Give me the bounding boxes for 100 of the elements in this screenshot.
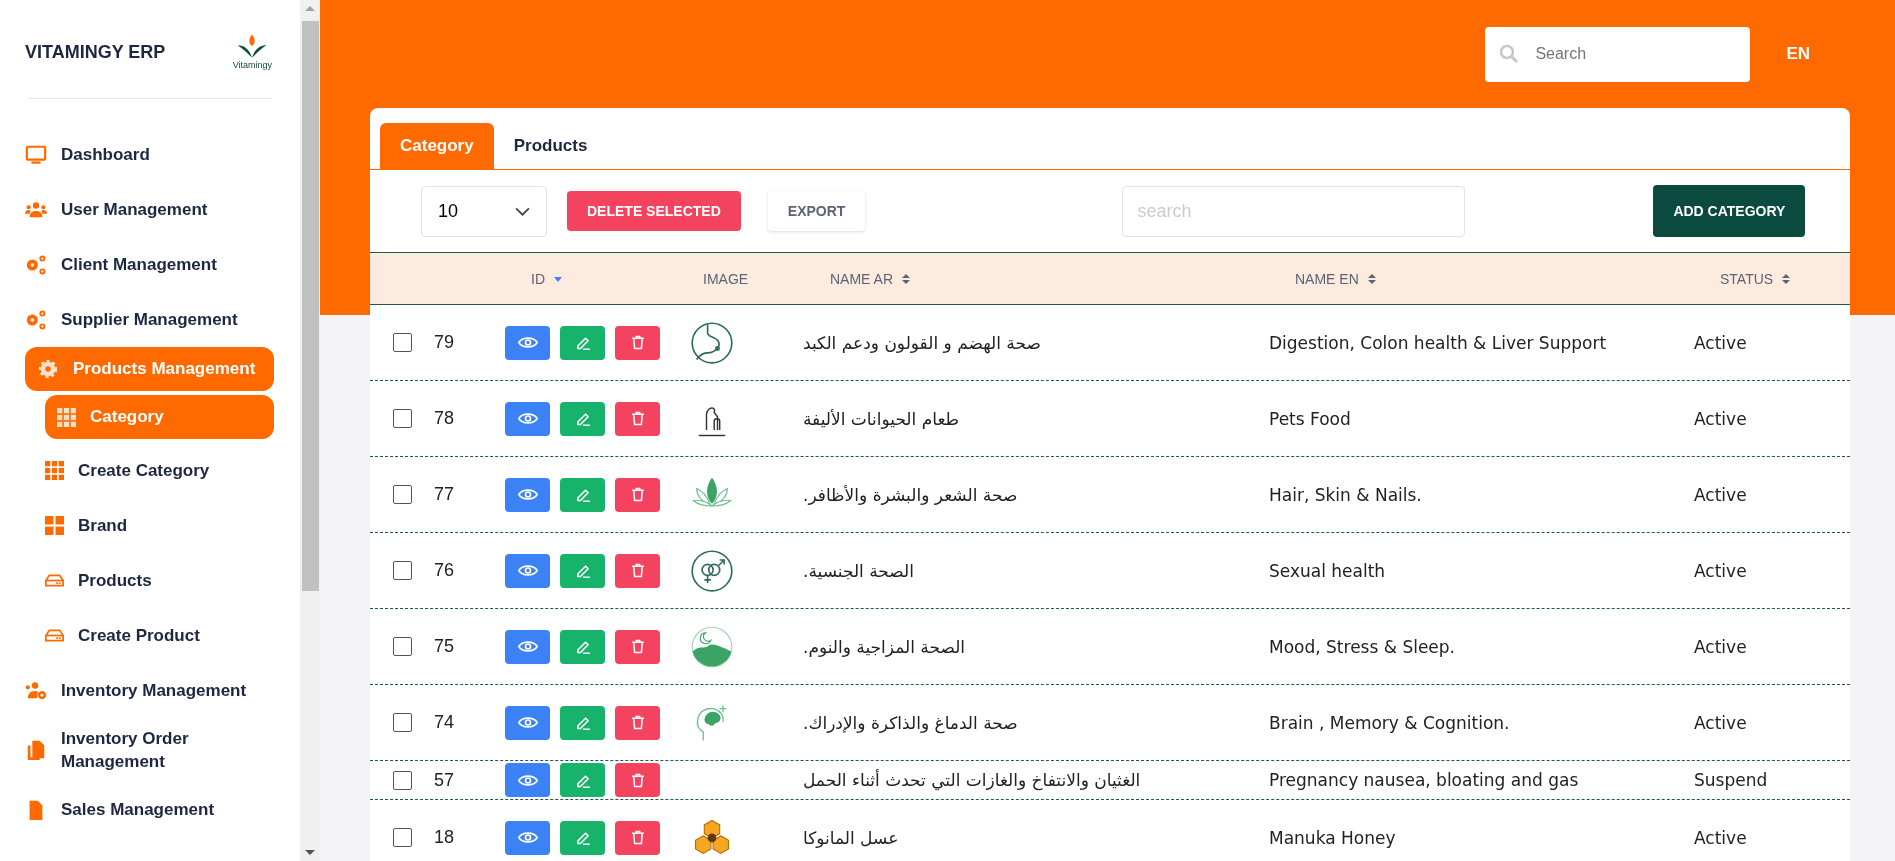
nav-item[interactable]: User Management <box>0 182 300 237</box>
eye-icon <box>517 410 538 427</box>
table-cell-text: صحة الشعر والبشرة والأظافر. <box>803 484 1019 505</box>
eye-icon <box>517 638 538 655</box>
view-button[interactable] <box>505 820 550 855</box>
nav-item[interactable]: Sales Management <box>0 782 300 837</box>
table-cell-text: Mood, Stress & Sleep. <box>1269 636 1456 657</box>
view-button[interactable] <box>505 325 550 360</box>
squares-icon <box>45 516 64 535</box>
chevron-down-icon <box>515 206 530 216</box>
table-cell: Active <box>1694 484 1747 505</box>
edit-button[interactable] <box>560 763 605 797</box>
row-checkbox[interactable] <box>392 637 412 656</box>
users-gear-icon <box>25 679 47 702</box>
table-cell-text: طعام الحيوانات الأليفة <box>803 408 961 429</box>
table-cell-text: Digestion, Colon health & Liver Support <box>1269 332 1608 353</box>
edit-button[interactable] <box>560 705 605 740</box>
table-cell-text: Sexual health <box>1269 560 1387 581</box>
table-cell-text: 57 <box>434 769 456 791</box>
table-cell-text: صحة الدماغ والذاكرة والإدراك. <box>803 712 1019 733</box>
moon-hill-icon <box>690 624 734 669</box>
column-header[interactable]: NAME EN <box>1295 270 1359 287</box>
tab[interactable]: Products <box>493 123 608 169</box>
gears-icon <box>25 308 47 331</box>
nav-item[interactable]: Brand <box>0 498 300 553</box>
edit-button[interactable] <box>560 553 605 588</box>
row-checkbox[interactable] <box>392 713 412 732</box>
nav-item[interactable]: Client Management <box>0 237 300 292</box>
view-button[interactable] <box>505 401 550 436</box>
delete-button[interactable] <box>615 401 660 436</box>
delete-button[interactable] <box>615 629 660 664</box>
view-button[interactable] <box>505 477 550 512</box>
delete-button[interactable] <box>615 325 660 360</box>
sort-icon[interactable] <box>901 272 911 285</box>
column-header[interactable]: IMAGE <box>703 270 749 287</box>
page-size-select[interactable]: 10 <box>421 185 547 237</box>
nav-item[interactable]: Products <box>0 553 300 608</box>
nav-item[interactable]: Create Category <box>0 443 300 498</box>
row-checkbox[interactable] <box>392 409 412 428</box>
search-icon <box>1499 43 1520 64</box>
table-cell-text: 79 <box>434 332 456 353</box>
sort-icon[interactable] <box>1781 272 1792 285</box>
table-cell-text: Pregnancy nausea, bloating and gas <box>1269 770 1580 790</box>
view-button[interactable] <box>505 705 550 740</box>
scrollbar[interactable] <box>300 0 320 861</box>
table-cell-text: 75 <box>434 636 456 657</box>
table-cell-text: Brain , Memory & Cognition. <box>1269 712 1511 733</box>
table-cell: Active <box>1694 636 1747 657</box>
table-cell-text: Manuka Honey <box>1269 827 1397 848</box>
delete-button[interactable] <box>615 553 660 588</box>
nav-item[interactable]: Supplier Management <box>0 292 300 347</box>
eye-icon <box>517 829 538 846</box>
column-header[interactable]: NAME AR <box>830 270 893 287</box>
row-checkbox[interactable] <box>392 770 412 790</box>
table-cell: Suspend <box>1694 770 1768 790</box>
stomach-icon <box>690 320 734 365</box>
logo: Vitamingy <box>232 34 272 70</box>
grid-icon <box>45 461 64 480</box>
edit-button[interactable] <box>560 477 605 512</box>
row-checkbox[interactable] <box>392 485 412 504</box>
delete-selected-button[interactable]: DELETE SELECTED <box>567 191 741 231</box>
table-cell-text: الصحة المزاجية والنوم. <box>803 636 967 657</box>
nav-item[interactable]: Inventory Order Management <box>0 718 300 782</box>
row-checkbox[interactable] <box>392 561 412 580</box>
eye-icon <box>517 334 538 351</box>
export-button[interactable]: EXPORT <box>767 191 866 231</box>
table-cell-text: الغثيان والانتفاخ والغازات التي تحدث أثناء الحمل <box>803 770 1142 790</box>
edit-button[interactable] <box>560 325 605 360</box>
delete-button[interactable] <box>615 477 660 512</box>
nav-item[interactable]: Inventory Management <box>0 663 300 718</box>
view-button[interactable] <box>505 629 550 664</box>
search-field[interactable]: Search <box>1485 26 1751 82</box>
edit-button[interactable] <box>560 820 605 855</box>
gear-icon <box>37 358 59 380</box>
row-checkbox[interactable] <box>392 828 412 847</box>
column-header[interactable]: ID <box>531 270 545 287</box>
delete-button[interactable] <box>615 705 660 740</box>
drive-icon <box>45 626 64 645</box>
view-button[interactable] <box>505 553 550 588</box>
table-cell-text: Pets Food <box>1269 408 1352 429</box>
row-checkbox[interactable] <box>392 333 412 352</box>
nav-item[interactable]: Create Product <box>0 608 300 663</box>
sort-icon[interactable] <box>1366 272 1377 285</box>
table-cell: Active <box>1694 560 1747 581</box>
edit-button[interactable] <box>560 401 605 436</box>
table-cell-text: 77 <box>434 484 456 505</box>
view-button[interactable] <box>505 763 550 797</box>
table-cell-text: Hair, Skin & Nails. <box>1269 484 1423 505</box>
table-cell-text: عسل المانوكا <box>803 827 900 848</box>
gender-symbols-icon <box>690 548 734 593</box>
delete-button[interactable] <box>615 763 660 797</box>
edit-button[interactable] <box>560 629 605 664</box>
table-cell-text: 78 <box>434 408 456 429</box>
delete-button[interactable] <box>615 820 660 855</box>
table-cell-text: الصحة الجنسية. <box>803 560 915 581</box>
nav-item[interactable]: Dashboard <box>0 127 300 182</box>
table-cell: Active <box>1694 827 1747 848</box>
table-cell-text: 76 <box>434 560 456 581</box>
column-header[interactable]: STATUS <box>1720 270 1774 287</box>
add-category-button[interactable]: ADD CATEGORY <box>1653 185 1806 237</box>
